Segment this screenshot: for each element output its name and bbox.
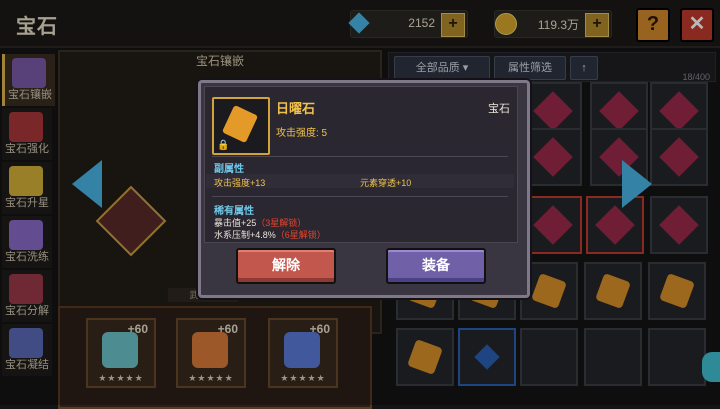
remove-button[interactable]: 解除	[236, 248, 336, 284]
item-icon-frame: 🔒	[212, 97, 270, 155]
lock-icon: 🔒	[217, 140, 230, 151]
divider	[212, 196, 508, 197]
sub-attributes-title: 副属性	[214, 164, 244, 175]
sub-attribute: 攻击强度+13	[214, 178, 266, 188]
item-name: 日曜石	[276, 101, 316, 116]
equip-button[interactable]: 装备	[386, 248, 486, 284]
item-main-stat: 攻击强度: 5	[276, 128, 328, 139]
rare-attribute-lock: （6星解锁）	[275, 230, 326, 240]
divider	[212, 156, 508, 157]
item-type: 宝石	[488, 103, 510, 115]
sub-attribute: 元素穿透+10	[360, 178, 412, 188]
sun-stone-icon	[221, 104, 259, 144]
rare-attributes-title: 稀有属性	[214, 206, 254, 217]
rare-attribute-text: 暴击值+25	[214, 218, 257, 228]
rare-attribute: 水系压制+4.8%（6星解锁）	[214, 228, 326, 241]
rare-attribute-lock: （3星解锁）	[256, 218, 307, 228]
rare-attribute-text: 水系压制+4.8%	[214, 230, 276, 240]
